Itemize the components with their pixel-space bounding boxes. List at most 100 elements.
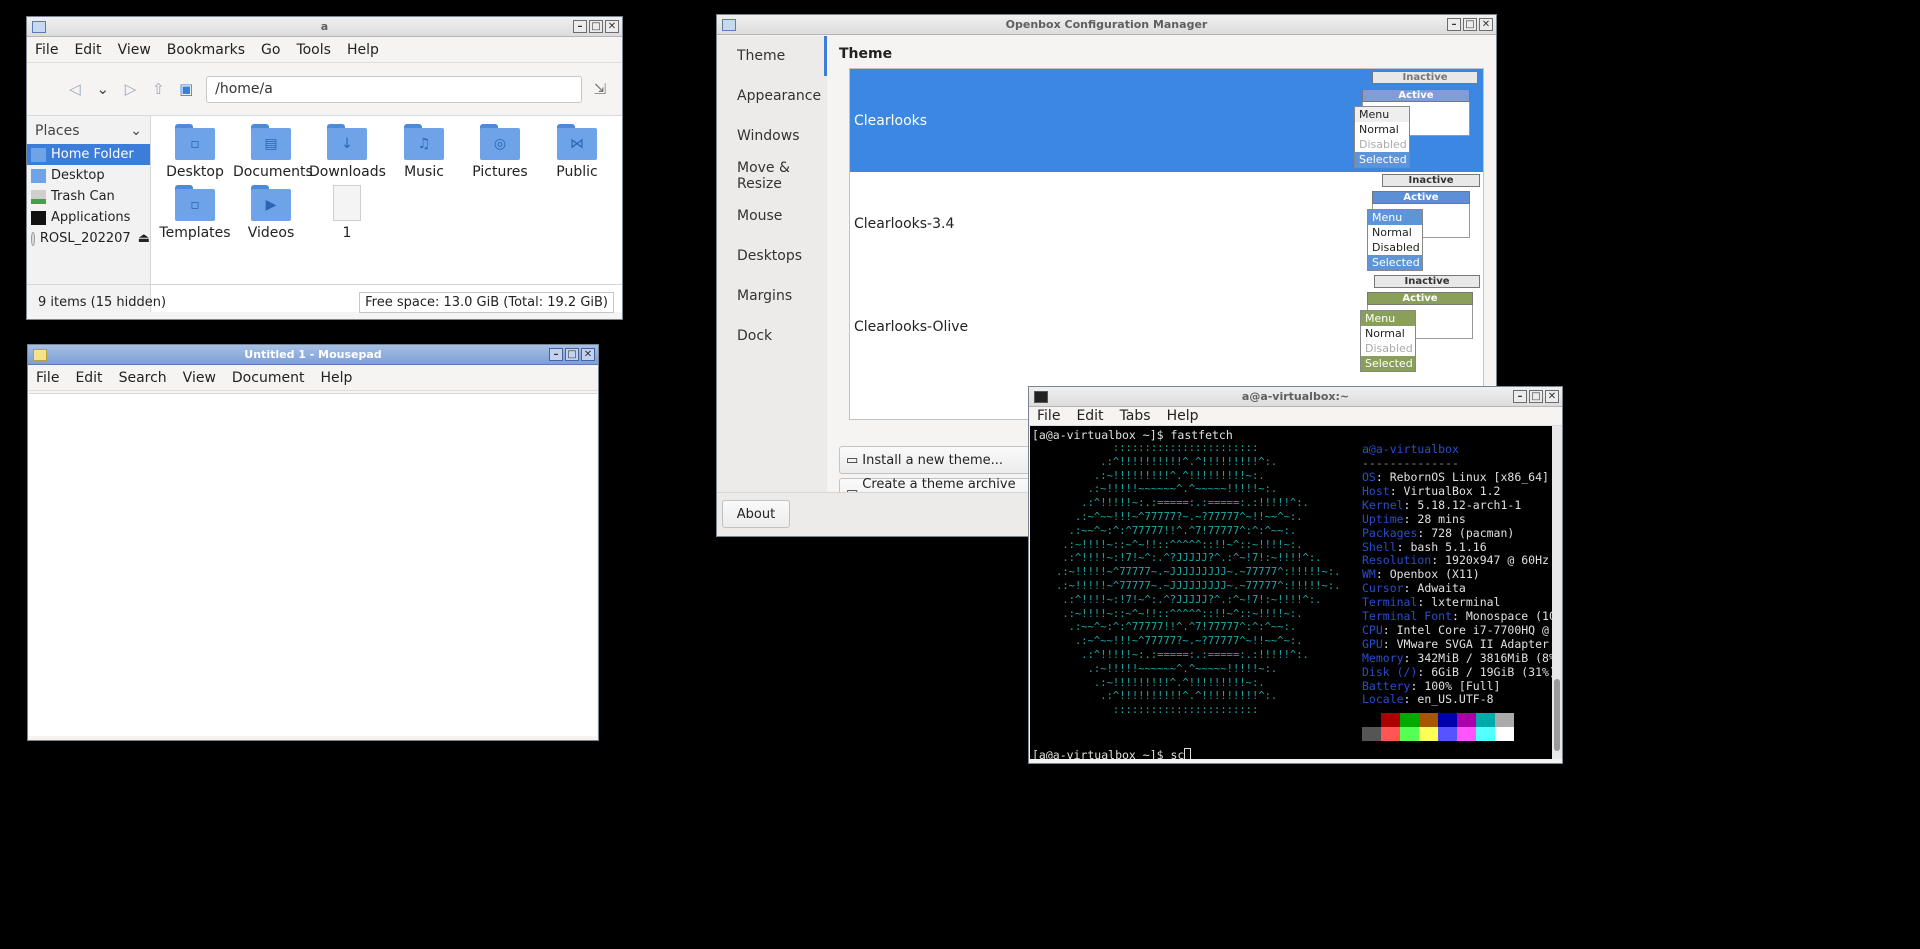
file-item-music[interactable]: ♫ Music xyxy=(386,124,462,180)
menu-edit[interactable]: Edit xyxy=(66,42,109,58)
menu-file[interactable]: File xyxy=(1029,408,1068,424)
menu-file[interactable]: File xyxy=(27,42,66,58)
minimize-button[interactable]: – xyxy=(1513,390,1527,403)
ascii-logo-line: .:^!!!!!~:.:=====:.:=====:.:!!!!!^:. xyxy=(1056,497,1309,510)
info-value: : Adwaita xyxy=(1403,581,1466,596)
menu-edit[interactable]: Edit xyxy=(67,370,110,386)
minimize-button[interactable]: – xyxy=(549,348,563,361)
inactive-preview: Inactive xyxy=(1374,275,1480,288)
maximize-button[interactable]: □ xyxy=(565,348,579,361)
close-button[interactable]: ✕ xyxy=(1545,390,1559,403)
sidebar-item-disc[interactable]: ROSL_202207 ⏏ xyxy=(27,228,150,249)
menu-document[interactable]: Document xyxy=(224,370,313,386)
sidebar-item-dock[interactable]: Dock xyxy=(717,316,827,356)
theme-row-clearlooks-olive[interactable]: Clearlooks-Olive Inactive Active Menu No… xyxy=(850,275,1483,378)
up-arrow-icon[interactable]: ⇧ xyxy=(146,75,170,103)
file-item-label: Documents xyxy=(233,164,313,180)
preview-label: Inactive xyxy=(1382,174,1480,187)
theme-row-clearlooks[interactable]: Clearlooks Inactive Active Menu Normal D… xyxy=(850,69,1483,172)
file-item-templates[interactable]: ▫ Templates xyxy=(157,185,233,241)
text-editor-area[interactable] xyxy=(29,393,597,736)
maximize-button[interactable]: □ xyxy=(1463,18,1477,31)
openbox-titlebar[interactable]: Openbox Configuration Manager – □ ✕ xyxy=(717,15,1496,35)
sidebar-item-windows[interactable]: Windows xyxy=(717,116,827,156)
menu-file[interactable]: File xyxy=(28,370,67,386)
info-key: Disk (/) xyxy=(1362,664,1418,679)
sidebar-item-desktops[interactable]: Desktops xyxy=(717,236,827,276)
menu-view[interactable]: View xyxy=(110,42,159,58)
maximize-button[interactable]: □ xyxy=(1529,390,1543,403)
menu-tabs[interactable]: Tabs xyxy=(1112,408,1159,424)
home-folder-icon xyxy=(31,147,46,162)
file-item-pictures[interactable]: ◎ Pictures xyxy=(462,124,538,180)
sidebar-item-desktop[interactable]: Desktop xyxy=(27,165,150,186)
about-button[interactable]: About xyxy=(722,500,790,528)
info-value: : Monospace (10) xyxy=(1452,609,1552,623)
color-swatch xyxy=(1457,727,1476,741)
menu-help[interactable]: Help xyxy=(312,370,360,386)
ascii-logo-line: .:~!!!!!~^77777~.~JJJJJJJJJ~.~77777^:!!!… xyxy=(1056,566,1341,579)
file-manager-titlebar[interactable]: a – □ ✕ xyxy=(27,17,622,37)
color-swatch xyxy=(1400,713,1419,727)
terminal-window: a@a-virtualbox:~ – □ ✕ File Edit Tabs He… xyxy=(1028,386,1563,764)
menu-preview: Menu Normal Disabled Selected xyxy=(1354,106,1410,168)
places-header[interactable]: Places ⌄ xyxy=(27,118,150,144)
menu-view[interactable]: View xyxy=(175,370,224,386)
sidebar-item-move-resize[interactable]: Move & Resize xyxy=(717,156,827,196)
menu-go[interactable]: Go xyxy=(253,42,288,58)
preview-label: Normal xyxy=(1372,226,1412,239)
close-button[interactable]: ✕ xyxy=(605,20,619,33)
preview-label: Selected xyxy=(1355,152,1409,167)
sidebar-item-applications[interactable]: Applications xyxy=(27,207,150,228)
folder-icon xyxy=(32,20,46,33)
mousepad-titlebar[interactable]: Untitled 1 - Mousepad – □ ✕ xyxy=(28,345,598,365)
system-info-line: Shell: bash 5.1.16 xyxy=(1362,540,1487,554)
file-item-label: 1 xyxy=(342,225,352,241)
toggle-location-icon[interactable]: ⇲ xyxy=(588,75,612,103)
install-theme-button[interactable]: ▭ Install a new theme... xyxy=(839,446,1039,474)
ascii-logo-line: .:~~^~:^:^77777!!^.^7!77777^:^:^~~:. xyxy=(1056,621,1297,634)
file-item-1[interactable]: 1 xyxy=(309,185,385,241)
minimize-button[interactable]: – xyxy=(573,20,587,33)
menu-help[interactable]: Help xyxy=(1159,408,1207,424)
terminal-scrollbar[interactable] xyxy=(1552,426,1562,759)
eject-icon[interactable]: ⏏ xyxy=(138,231,150,246)
file-item-documents[interactable]: ▤ Documents xyxy=(233,124,313,180)
close-button[interactable]: ✕ xyxy=(581,348,595,361)
sidebar-item-appearance[interactable]: Appearance xyxy=(717,76,827,116)
menu-bookmarks[interactable]: Bookmarks xyxy=(159,42,253,58)
menu-edit[interactable]: Edit xyxy=(1068,408,1111,424)
preview-label: Disabled xyxy=(1365,342,1413,355)
file-item-desktop[interactable]: ▫ Desktop xyxy=(157,124,233,180)
sidebar-item-home[interactable]: Home Folder xyxy=(27,144,150,165)
location-bar[interactable]: /home/a xyxy=(206,75,583,103)
sidebar-item-mouse[interactable]: Mouse xyxy=(717,196,827,236)
file-item-downloads[interactable]: ↓ Downloads xyxy=(309,124,386,180)
menu-tools[interactable]: Tools xyxy=(288,42,339,58)
ascii-logo-line: .:~!!!!!~^77777~.~JJJJJJJJJ~.~77777^:!!!… xyxy=(1056,580,1341,592)
music-folder-icon: ♫ xyxy=(404,124,444,160)
file-item-public[interactable]: ⋈ Public xyxy=(539,124,615,180)
sidebar-item-label: Home Folder xyxy=(51,147,134,162)
maximize-button[interactable]: □ xyxy=(589,20,603,33)
sidebar-item-margins[interactable]: Margins xyxy=(717,276,827,316)
sidebar-item-trash[interactable]: Trash Can xyxy=(27,186,150,207)
info-key: WM xyxy=(1362,567,1376,582)
menu-help[interactable]: Help xyxy=(339,42,387,58)
menu-preview: Menu Normal Disabled Selected xyxy=(1360,310,1416,372)
terminal-output[interactable]: [a@a-virtualbox ~]$ fastfetch a@a-virtua… xyxy=(1030,426,1552,759)
sidebar-item-theme[interactable]: Theme xyxy=(717,36,827,76)
system-info-line: Packages: 728 (pacman) xyxy=(1362,526,1514,540)
file-item-videos[interactable]: ▶ Videos xyxy=(233,185,309,241)
forward-arrow-icon[interactable]: ▷ xyxy=(119,75,143,103)
theme-row-clearlooks-3-4[interactable]: Clearlooks-3.4 Inactive Active Menu Norm… xyxy=(850,172,1483,275)
terminal-titlebar[interactable]: a@a-virtualbox:~ – □ ✕ xyxy=(1029,387,1562,407)
close-button[interactable]: ✕ xyxy=(1479,18,1493,31)
chevron-down-icon[interactable]: ⌄ xyxy=(91,75,115,103)
back-arrow-icon[interactable]: ◁ xyxy=(63,75,87,103)
minimize-button[interactable]: – xyxy=(1447,18,1461,31)
ascii-logo-line: .:~!!!!!!!!!^.^!!!!!!!!!~:. xyxy=(1056,469,1265,482)
home-folder-icon[interactable]: ▣ xyxy=(174,75,198,103)
inactive-preview: Inactive xyxy=(1372,71,1478,84)
menu-search[interactable]: Search xyxy=(111,370,175,386)
